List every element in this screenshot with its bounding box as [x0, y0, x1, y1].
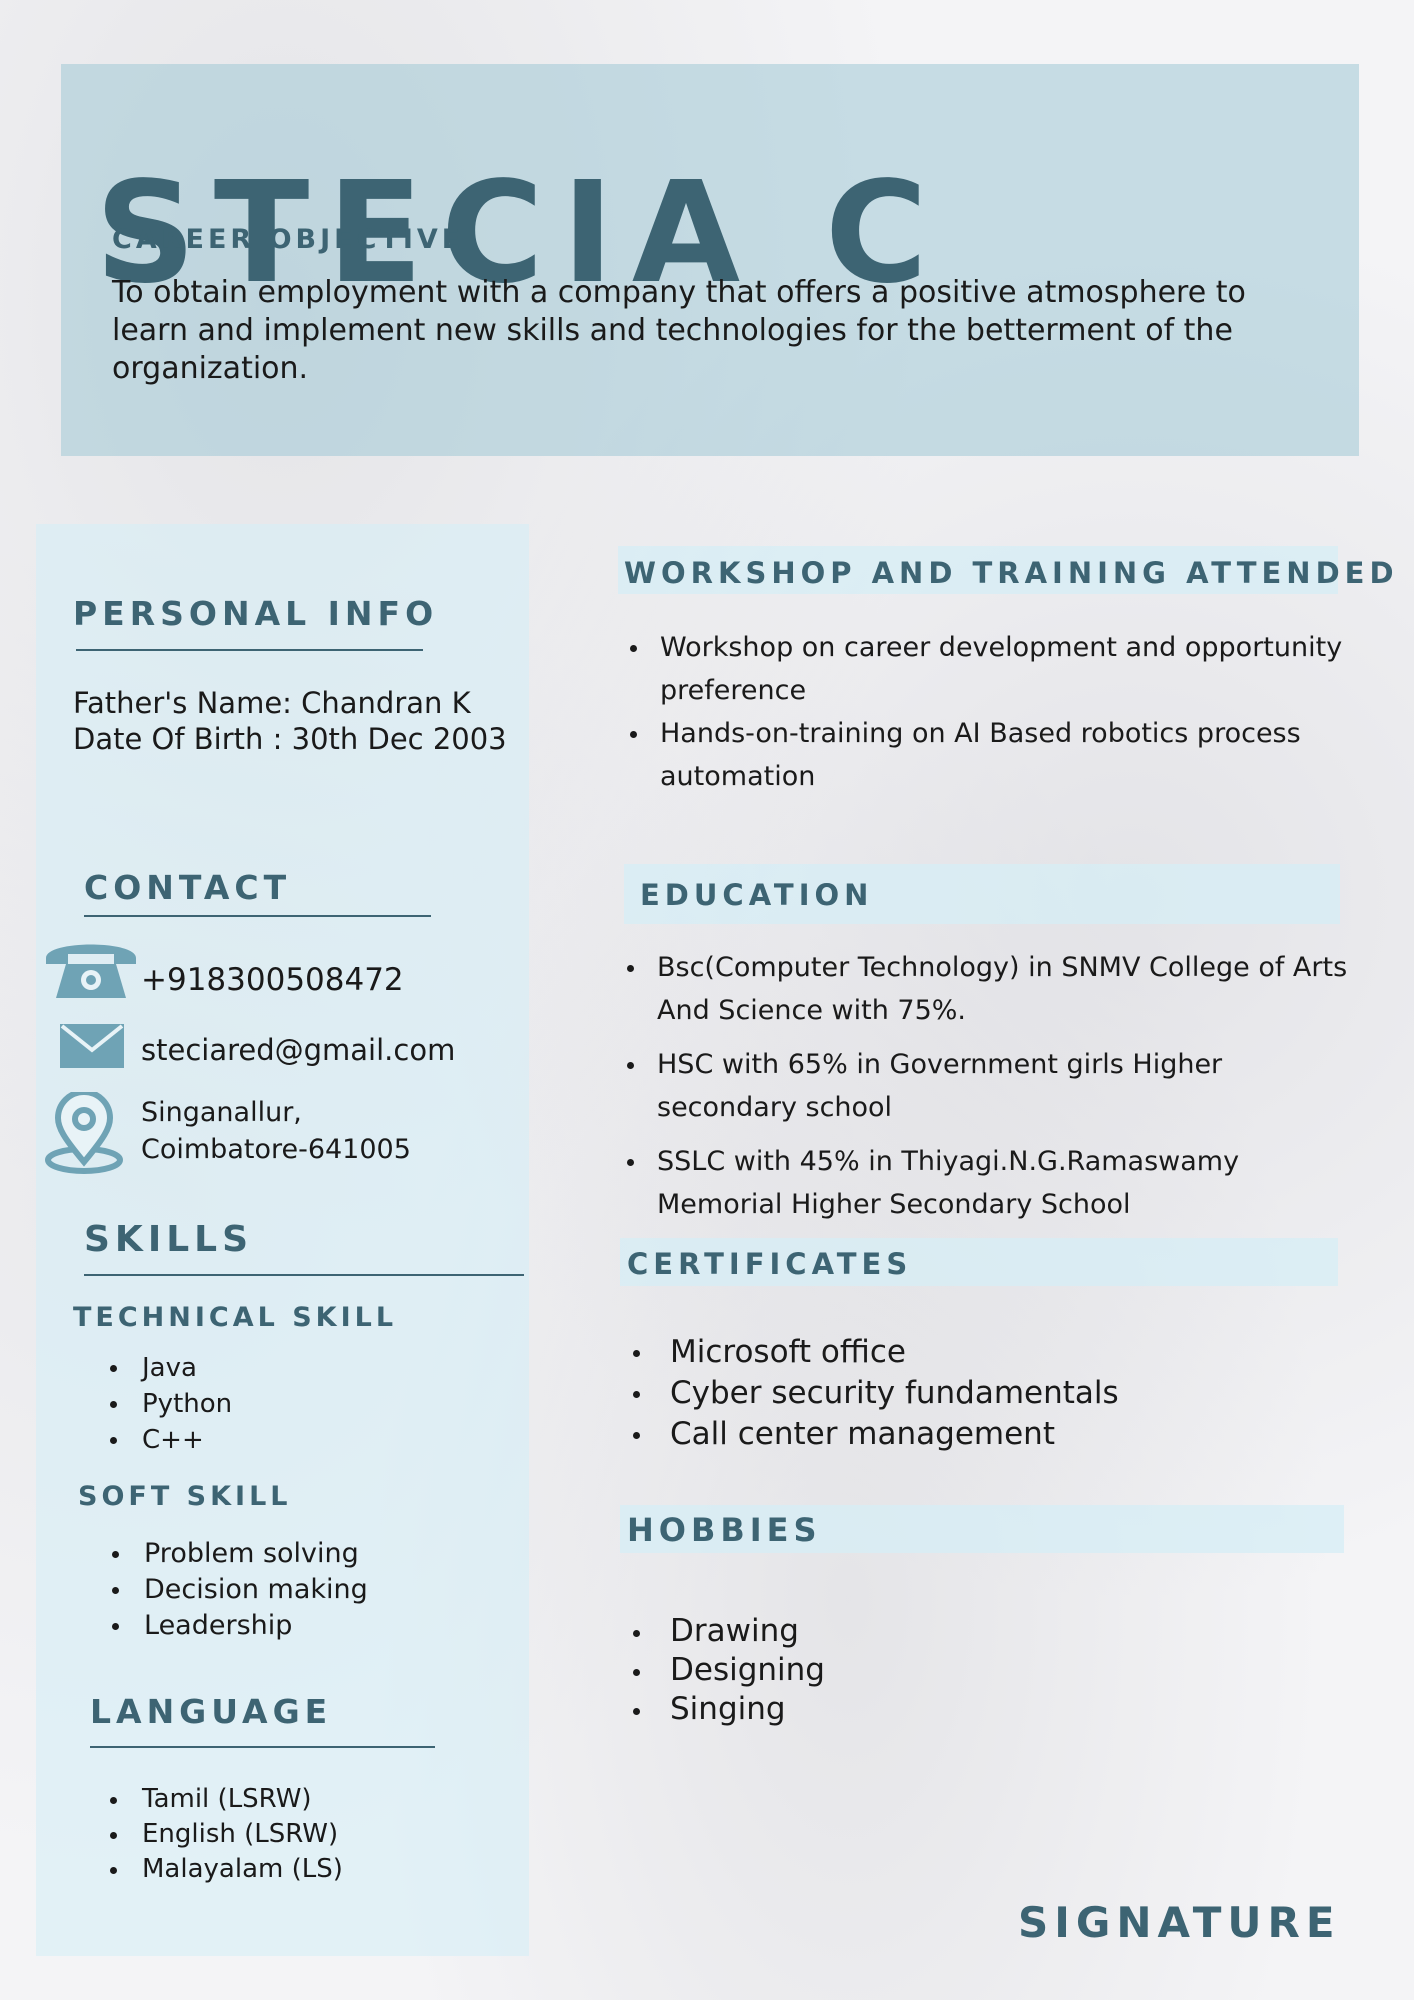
- education-heading: EDUCATION: [640, 878, 874, 912]
- list-item: Call center management: [627, 1414, 1119, 1455]
- objective-line: learn and implement new skills and techn…: [112, 313, 1233, 348]
- contact-address-line2: Coimbatore-641005: [141, 1134, 411, 1165]
- list-item: Python: [106, 1386, 232, 1422]
- list-item: English (LSRW): [106, 1817, 343, 1852]
- fathers-name: Father's Name: Chandran K: [73, 686, 471, 720]
- list-item: Workshop on career development and oppor…: [627, 626, 1349, 712]
- workshop-heading: WORKSHOP AND TRAINING ATTENDED: [624, 556, 1399, 590]
- contact-address-line1: Singanallur,: [141, 1097, 302, 1128]
- hobbies-heading: HOBBIES: [627, 1511, 822, 1549]
- certificates-heading: CERTIFICATES: [627, 1247, 913, 1281]
- list-item: Bsc(Computer Technology) in SNMV College…: [624, 946, 1354, 1032]
- list-item: Leadership: [108, 1608, 368, 1644]
- list-item: Malayalam (LS): [106, 1852, 343, 1887]
- list-item: Problem solving: [108, 1536, 368, 1572]
- contact-email: steciared@gmail.com: [141, 1033, 456, 1067]
- personal-info-heading: PERSONAL INFO: [73, 594, 439, 633]
- list-item: Cyber security fundamentals: [627, 1373, 1119, 1414]
- list-item: HSC with 65% in Government girls Higher …: [624, 1043, 1354, 1129]
- location-pin-icon: [45, 1092, 123, 1174]
- objective-line: organization.: [112, 351, 309, 386]
- soft-skill-heading: SOFT SKILL: [78, 1481, 292, 1512]
- hobbies-list: Drawing Designing Singing: [627, 1612, 825, 1729]
- language-heading: LANGUAGE: [90, 1692, 333, 1731]
- list-item: SSLC with 45% in Thiyagi.N.G.Ramaswamy M…: [624, 1140, 1354, 1226]
- list-item: Drawing: [627, 1612, 825, 1651]
- list-item: C++: [106, 1422, 232, 1458]
- certificates-list: Microsoft office Cyber security fundamen…: [627, 1332, 1119, 1455]
- contact-divider: [84, 915, 431, 917]
- language-divider: [90, 1746, 435, 1748]
- education-list: Bsc(Computer Technology) in SNMV College…: [624, 946, 1354, 1226]
- technical-skill-list: Java Python C++: [106, 1350, 232, 1458]
- list-item: Decision making: [108, 1572, 368, 1608]
- career-objective-heading: CAREER OBJECTIVE: [112, 224, 465, 255]
- email-icon: [60, 1024, 124, 1068]
- list-item: Java: [106, 1350, 232, 1386]
- career-objective-text: To obtain employment with a company that…: [112, 274, 1262, 388]
- contact-heading: CONTACT: [84, 868, 292, 907]
- date-of-birth: Date Of Birth : 30th Dec 2003: [73, 722, 507, 756]
- soft-skill-list: Problem solving Decision making Leadersh…: [108, 1536, 368, 1644]
- list-item: Microsoft office: [627, 1332, 1119, 1373]
- technical-skill-heading: TECHNICAL SKILL: [73, 1302, 398, 1333]
- signature-label: SIGNATURE: [1018, 1898, 1341, 1947]
- language-list: Tamil (LSRW) English (LSRW) Malayalam (L…: [106, 1782, 343, 1887]
- skills-heading: SKILLS: [84, 1219, 254, 1260]
- skills-divider: [84, 1274, 524, 1276]
- list-item: Tamil (LSRW): [106, 1782, 343, 1817]
- list-item: Designing: [627, 1651, 825, 1690]
- workshop-list: Workshop on career development and oppor…: [627, 626, 1349, 798]
- phone-icon: [46, 944, 136, 998]
- list-item: Singing: [627, 1690, 825, 1729]
- personal-info-divider: [76, 649, 423, 651]
- objective-line: To obtain employment with a company that…: [112, 275, 1246, 310]
- contact-phone: +918300508472: [141, 962, 404, 998]
- list-item: Hands-on-training on AI Based robotics p…: [627, 712, 1349, 798]
